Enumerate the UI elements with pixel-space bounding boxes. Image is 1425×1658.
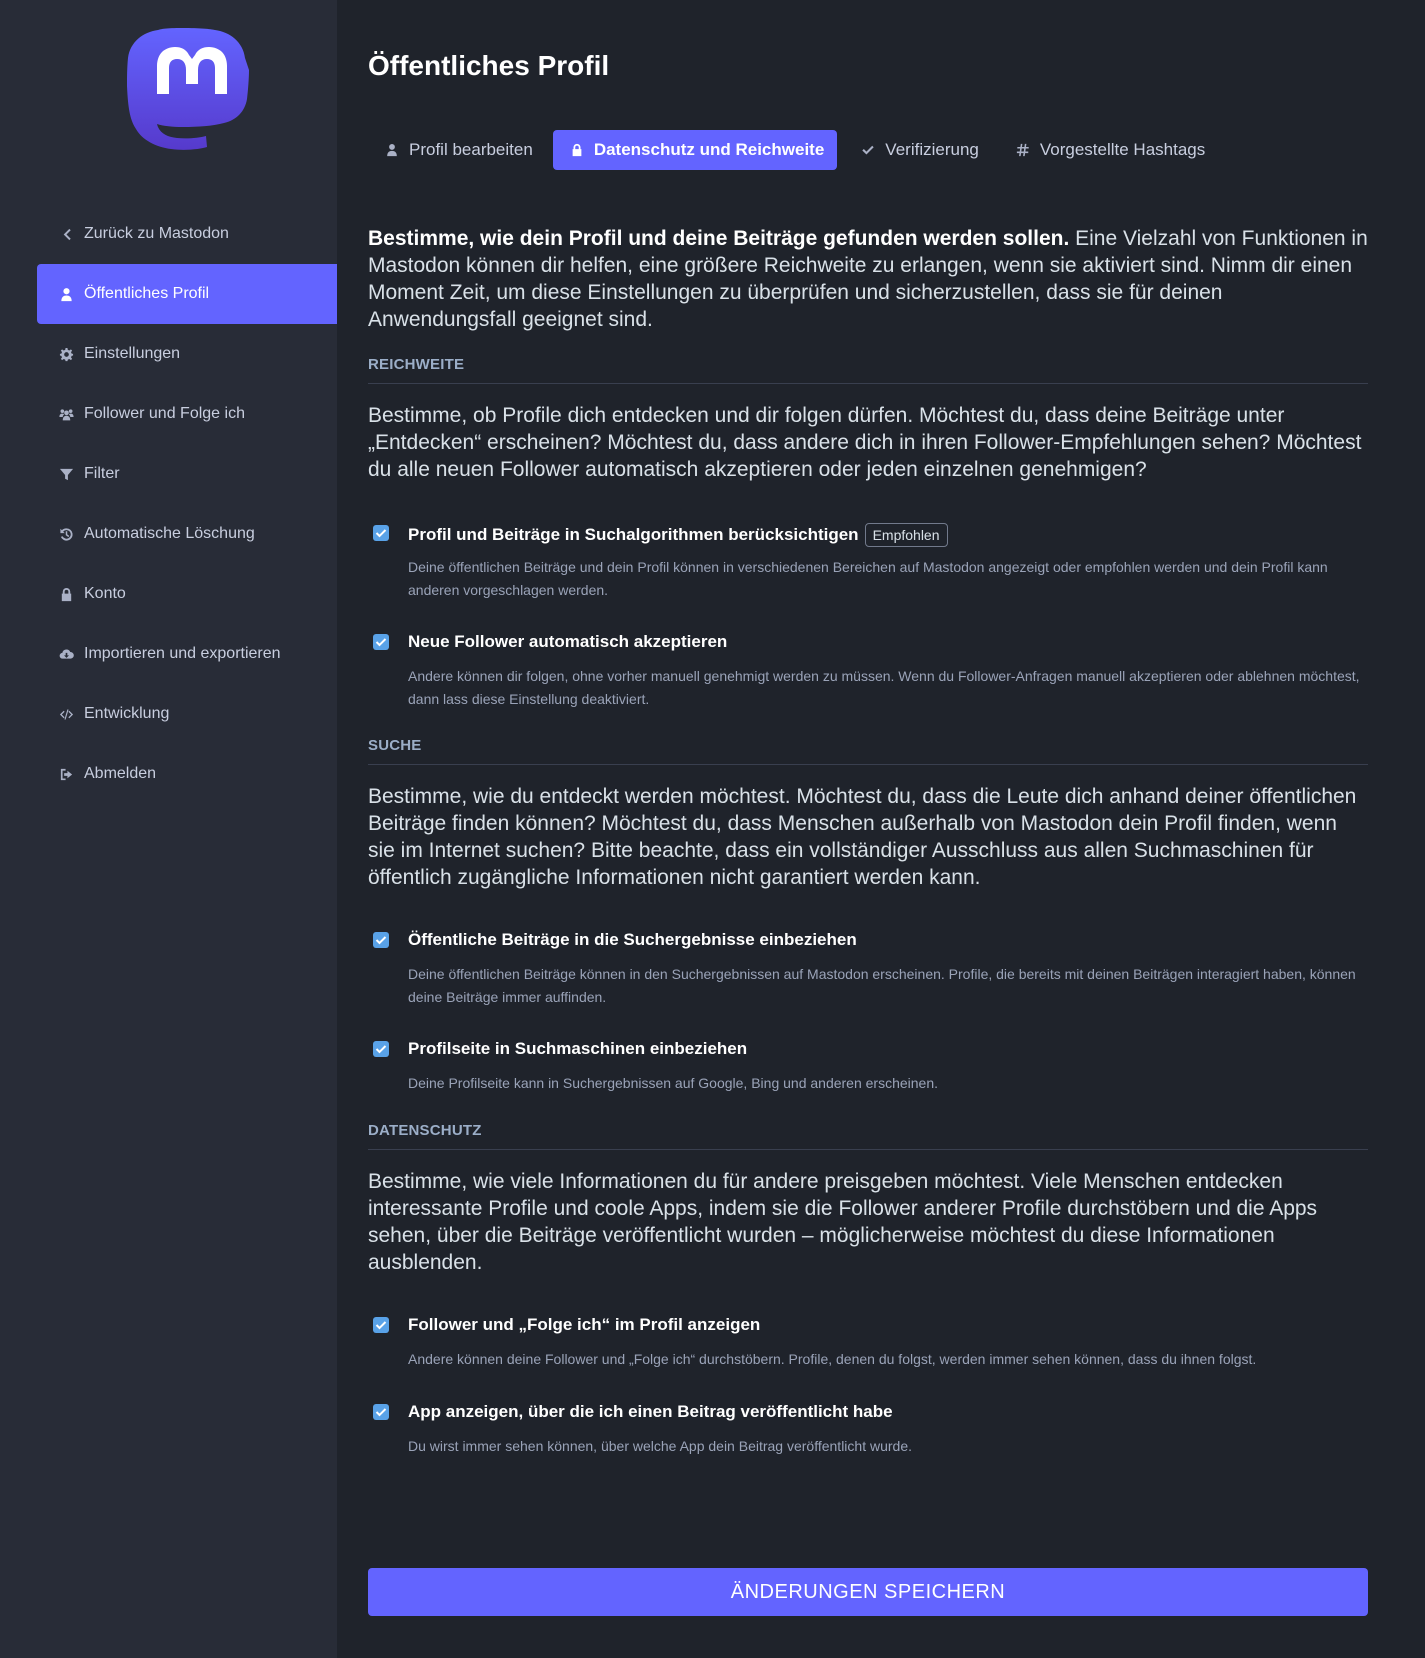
check-icon [375, 529, 387, 538]
check-icon [375, 1408, 387, 1417]
sidebar-item-label: Automatische Löschung [84, 525, 255, 542]
option-label[interactable]: App anzeigen, über die ich einen Beitrag… [408, 1402, 893, 1422]
intro-bold: Bestimme, wie dein Profil und deine Beit… [368, 227, 1070, 250]
sidebar-item-label: Konto [84, 585, 126, 602]
sidebar-item-label: Entwicklung [84, 705, 170, 722]
check-icon [375, 1321, 387, 1330]
check-icon [375, 1045, 387, 1054]
sidebar-item-auto-delete[interactable]: Automatische Löschung [37, 504, 337, 564]
sidebar-item-import-export[interactable]: Importieren und exportieren [37, 624, 337, 684]
option-hint: Deine öffentlichen Beiträge und dein Pro… [408, 559, 1328, 598]
checkbox-auto-accept-followers[interactable] [373, 634, 389, 650]
page-title: Öffentliches Profil [368, 50, 610, 81]
sidebar-item-filters[interactable]: Filter [37, 444, 337, 504]
recommended-badge: Empfohlen [864, 523, 948, 547]
option-label[interactable]: Öffentliche Beiträge in die Suchergebnis… [408, 930, 857, 950]
option-hint: Deine Profilseite kann in Suchergebnisse… [408, 1075, 939, 1091]
checkbox-discoverable[interactable] [373, 525, 389, 541]
mastodon-logo[interactable] [127, 28, 249, 154]
option-label[interactable]: Profilseite in Suchmaschinen einbeziehen [408, 1039, 747, 1059]
tab-privacy-reach[interactable]: Datenschutz und Reichweite [552, 130, 838, 170]
option-label[interactable]: Follower und „Folge ich“ im Profil anzei… [408, 1315, 760, 1335]
sidebar-item-label: Follower und Folge ich [84, 405, 245, 422]
lock-icon [569, 142, 585, 158]
sidebar-item-label: Zurück zu Mastodon [84, 225, 229, 242]
sidebar-item-label: Einstellungen [84, 345, 181, 362]
sidebar-item-development[interactable]: Entwicklung [37, 684, 337, 744]
sidebar-item-follows[interactable]: Follower und Folge ich [37, 384, 337, 444]
checkbox-show-application[interactable] [373, 1404, 389, 1420]
tab-label: Profil bearbeiten [409, 140, 533, 159]
option-label[interactable]: Neue Follower automatisch akzeptieren [408, 632, 727, 652]
intro-text: Bestimme, wie dein Profil und deine Beit… [368, 225, 1368, 333]
option-hint: Du wirst immer sehen können, über welche… [408, 1438, 913, 1454]
tab-featured-hashtags[interactable]: Vorgestellte Hashtags [999, 130, 1218, 170]
section-description-search: Bestimme, wie du entdeckt werden möchtes… [368, 785, 1357, 889]
cloud-download-icon [57, 645, 75, 663]
option-label-text: Profil und Beiträge in Suchalgorithmen b… [408, 525, 859, 544]
section-heading-reach: REICHWEITE [368, 356, 1368, 384]
section-heading-privacy: DATENSCHUTZ [368, 1122, 1368, 1150]
tab-label: Vorgestellte Hashtags [1039, 140, 1206, 159]
history-icon [57, 525, 75, 543]
app-root: Zurück zu Mastodon Öffentliches Profil E… [0, 0, 1425, 1658]
sidebar-item-back[interactable]: Zurück zu Mastodon [37, 204, 337, 264]
users-icon [57, 405, 75, 423]
checkbox-show-network[interactable] [373, 1317, 389, 1333]
sidebar-nav: Zurück zu Mastodon Öffentliches Profil E… [37, 204, 337, 804]
gear-icon [57, 345, 75, 363]
profile-tabs: Profil bearbeiten Datenschutz und Reichw… [368, 130, 1225, 170]
sidebar: Zurück zu Mastodon Öffentliches Profil E… [0, 0, 337, 1658]
sign-out-icon [57, 765, 75, 783]
option-label[interactable]: Profil und Beiträge in Suchalgorithmen b… [408, 523, 948, 547]
sidebar-item-public-profile[interactable]: Öffentliches Profil [37, 264, 337, 324]
chevron-left-icon [57, 225, 75, 243]
tab-label: Datenschutz und Reichweite [593, 140, 825, 159]
sidebar-item-account[interactable]: Konto [37, 564, 337, 624]
tab-edit-profile[interactable]: Profil bearbeiten [368, 130, 546, 170]
check-icon [375, 638, 387, 647]
check-icon [860, 142, 876, 158]
sidebar-item-label: Importieren und exportieren [84, 645, 281, 662]
user-icon [57, 285, 75, 303]
option-hint: Deine öffentlichen Beiträge können in de… [408, 966, 1356, 1005]
lock-icon [57, 585, 75, 603]
user-icon [384, 142, 400, 158]
sidebar-item-label: Filter [84, 465, 120, 482]
filter-icon [57, 465, 75, 483]
tab-verification[interactable]: Verifizierung [844, 130, 992, 170]
sidebar-item-label: Öffentliches Profil [84, 285, 210, 302]
main-content: Öffentliches Profil Profil bearbeiten Da… [337, 0, 1425, 1658]
checkbox-indexable[interactable] [373, 932, 389, 948]
code-icon [57, 705, 75, 723]
tab-label: Verifizierung [885, 140, 979, 159]
checkbox-search-engines[interactable] [373, 1041, 389, 1057]
sidebar-item-label: Abmelden [84, 765, 157, 782]
check-icon [375, 936, 387, 945]
sidebar-item-settings[interactable]: Einstellungen [37, 324, 337, 384]
option-hint: Andere können dir folgen, ohne vorher ma… [408, 668, 1360, 707]
section-heading-search: SUCHE [368, 737, 1368, 765]
section-description-reach: Bestimme, ob Profile dich entdecken und … [368, 404, 1362, 481]
save-button[interactable]: ÄNDERUNGEN SPEICHERN [368, 1568, 1368, 1616]
option-hint: Andere können deine Follower und „Folge … [408, 1351, 1257, 1367]
sidebar-item-logout[interactable]: Abmelden [37, 744, 337, 804]
hashtag-icon [1015, 142, 1031, 158]
section-description-privacy: Bestimme, wie viele Informationen du für… [368, 1170, 1318, 1274]
